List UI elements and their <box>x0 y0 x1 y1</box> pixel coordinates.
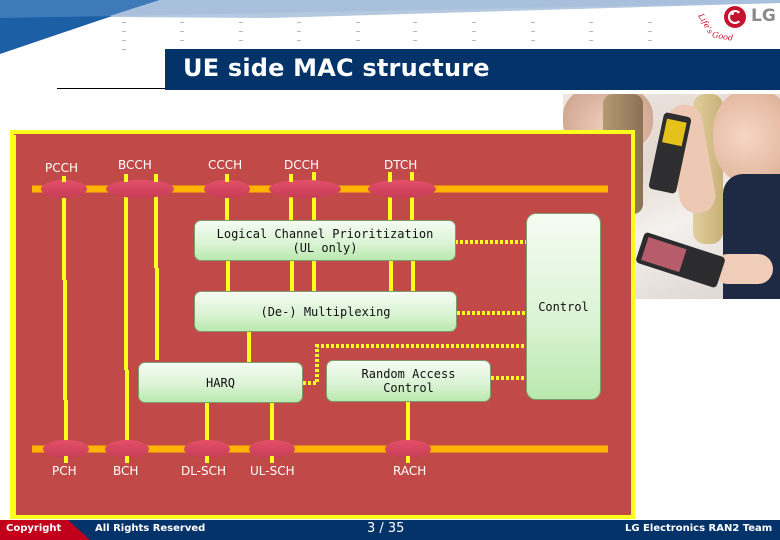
footer-copyright: Copyright <box>6 523 62 534</box>
header-tick <box>356 31 360 32</box>
header-tick <box>239 22 243 23</box>
header-tick <box>648 22 652 23</box>
logical-channel-label: BCCH <box>118 158 152 172</box>
header-tick <box>589 40 593 41</box>
lg-logo: Life's Good LG <box>696 2 780 46</box>
pcch-sap-ellipse <box>41 180 87 198</box>
logical-channel-label: PCCH <box>45 161 79 175</box>
transport-channel-label: BCH <box>113 464 139 478</box>
header-tick <box>413 22 417 23</box>
multiplexing-block: (De-) Multiplexing <box>194 291 457 332</box>
header-tick <box>122 31 126 32</box>
harq-block: HARQ <box>138 362 303 403</box>
dlsch-sap-ellipse <box>184 440 230 458</box>
bcch-line-b <box>154 178 159 360</box>
title-bar: UE side MAC structure <box>165 49 780 90</box>
header-tick <box>413 40 417 41</box>
logical-channel-label: CCCH <box>208 158 243 172</box>
rac-label-line2: Control <box>383 381 434 395</box>
lcp-label-line2: (UL only) <box>292 240 358 255</box>
header-tick <box>648 40 652 41</box>
logical-channel-label: DTCH <box>384 158 418 172</box>
header-tick <box>589 31 593 32</box>
header-tick <box>180 40 184 41</box>
title-underline <box>57 88 165 89</box>
rach-sap-ellipse <box>385 440 431 458</box>
lcp-label-line1: Logical Channel Prioritization <box>216 226 434 241</box>
logical-channel-label: DCCH <box>284 158 320 172</box>
pcch-line <box>62 178 68 462</box>
logical-channel-prioritization-block: Logical Channel Prioritization (UL only) <box>194 220 456 261</box>
transport-channel-label: PCH <box>52 464 77 478</box>
header-tick <box>297 22 301 23</box>
header-tick <box>180 31 184 32</box>
control-block: Control <box>526 213 601 400</box>
pch-sap-ellipse <box>43 440 89 458</box>
footer-rights: All Rights Reserved <box>95 523 206 534</box>
bch-sap-ellipse <box>105 440 149 458</box>
bcch-line-a <box>124 178 129 462</box>
rac-label-line1: Random Access <box>361 367 456 381</box>
logo-slogan-good: Good <box>711 30 734 43</box>
header-tick <box>413 31 417 32</box>
transport-channel-label: UL-SCH <box>250 464 295 478</box>
header-tick <box>297 31 301 32</box>
transport-channel-label: DL-SCH <box>181 464 227 478</box>
header-tick <box>356 40 360 41</box>
header-tick <box>356 22 360 23</box>
logo-brand: LG <box>751 6 776 26</box>
dtch-sap-ellipse <box>368 180 436 198</box>
header-tick <box>122 40 126 41</box>
mux-label: (De-) Multiplexing <box>260 304 391 319</box>
header-tick <box>648 31 652 32</box>
harq-label: HARQ <box>206 375 235 390</box>
control-label: Control <box>538 300 589 314</box>
random-access-control-block: Random Access Control <box>326 360 491 402</box>
header-tick <box>472 40 476 41</box>
ulsch-sap-ellipse <box>249 440 295 458</box>
header-tick <box>122 49 126 50</box>
dcch-sap-ellipse <box>269 180 341 198</box>
header-tick <box>472 22 476 23</box>
header-tick <box>531 40 535 41</box>
header-tick <box>297 40 301 41</box>
page-number: 3 / 35 <box>367 521 405 536</box>
header-tick <box>531 22 535 23</box>
lg-face-icon <box>724 6 746 28</box>
header-tick <box>122 22 126 23</box>
page-title: UE side MAC structure <box>183 54 490 82</box>
header-tick <box>472 31 476 32</box>
header-tick <box>239 40 243 41</box>
footer-team: LG Electronics RAN2 Team <box>625 523 773 534</box>
footer-bar: Copyright All Rights Reserved 3 / 35 LG … <box>0 520 780 540</box>
ccch-sap-ellipse <box>204 180 250 198</box>
header-tick <box>180 22 184 23</box>
header-tick <box>531 31 535 32</box>
header-tick <box>239 31 243 32</box>
bcch-sap-ellipse <box>106 180 174 198</box>
transport-channel-label: RACH <box>393 464 427 478</box>
header-tick <box>589 22 593 23</box>
